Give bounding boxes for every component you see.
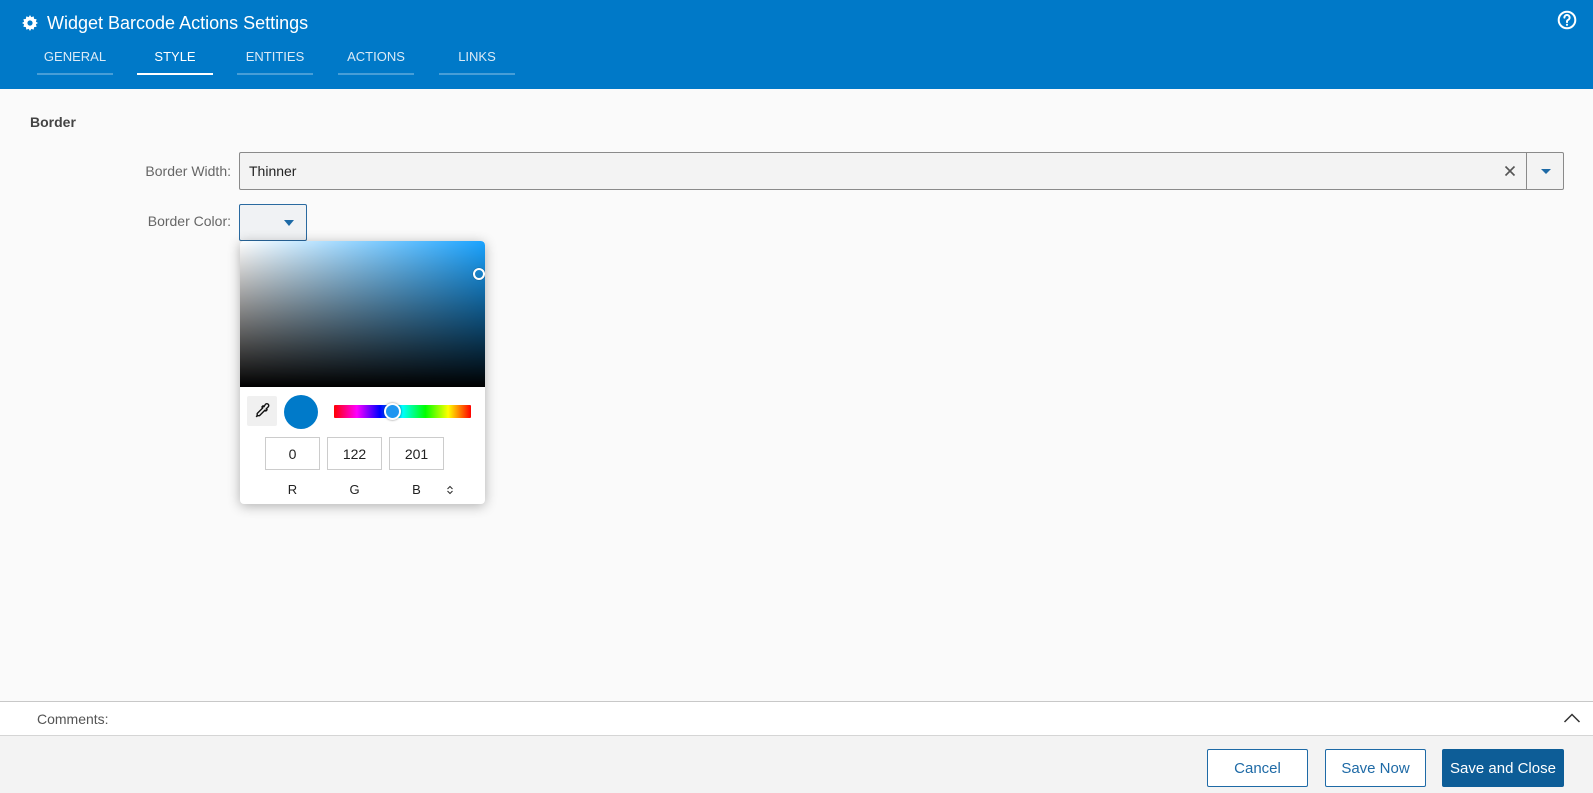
- footer-bar: Cancel Save Now Save and Close: [0, 735, 1593, 793]
- clear-icon[interactable]: [1501, 162, 1519, 180]
- eyedropper-button[interactable]: [247, 396, 277, 426]
- color-picker-popup: R G B: [240, 241, 485, 504]
- red-label: R: [287, 482, 298, 497]
- tab-entities[interactable]: ENTITIES: [237, 44, 313, 75]
- eyedropper-icon: [255, 403, 270, 418]
- save-and-close-button[interactable]: Save and Close: [1442, 749, 1564, 787]
- tab-style[interactable]: STYLE: [137, 44, 213, 75]
- comments-label: Comments:: [37, 711, 109, 727]
- hue-slider-thumb[interactable]: [384, 403, 401, 420]
- gear-icon: [22, 15, 38, 31]
- help-circle-icon[interactable]: [1557, 10, 1577, 30]
- color-swatch: [284, 395, 318, 429]
- green-label: G: [349, 482, 360, 497]
- tab-general[interactable]: GENERAL: [37, 44, 113, 75]
- border-width-label: Border Width:: [145, 163, 231, 179]
- chevron-up-icon[interactable]: [1563, 712, 1581, 724]
- section-title-border: Border: [30, 114, 76, 130]
- border-width-value: Thinner: [249, 163, 297, 179]
- save-now-button[interactable]: Save Now: [1325, 749, 1426, 787]
- tab-bar: GENERAL STYLE ENTITIES ACTIONS LINKS: [37, 44, 515, 75]
- tab-actions[interactable]: ACTIONS: [338, 44, 414, 75]
- blue-label: B: [412, 482, 421, 497]
- saturation-cursor[interactable]: [473, 268, 485, 280]
- border-color-dropdown[interactable]: [239, 204, 307, 241]
- blue-input[interactable]: [389, 437, 444, 470]
- chevron-down-icon[interactable]: [1539, 165, 1553, 177]
- saturation-area[interactable]: [240, 241, 485, 387]
- cancel-button[interactable]: Cancel: [1207, 749, 1308, 787]
- green-input[interactable]: [327, 437, 382, 470]
- hue-slider[interactable]: [334, 405, 471, 418]
- red-input[interactable]: [265, 437, 320, 470]
- header-bar: Widget Barcode Actions Settings GENERAL …: [0, 0, 1593, 89]
- select-separator: [1526, 153, 1527, 189]
- tab-links[interactable]: LINKS: [439, 44, 515, 75]
- comments-bar[interactable]: Comments:: [0, 701, 1593, 735]
- border-width-select[interactable]: Thinner: [239, 152, 1564, 190]
- title-row: Widget Barcode Actions Settings: [22, 11, 308, 35]
- format-toggle-icon[interactable]: [446, 485, 454, 495]
- caret-down-icon: [284, 220, 294, 226]
- border-color-label: Border Color:: [147, 213, 231, 229]
- page-title: Widget Barcode Actions Settings: [47, 12, 309, 33]
